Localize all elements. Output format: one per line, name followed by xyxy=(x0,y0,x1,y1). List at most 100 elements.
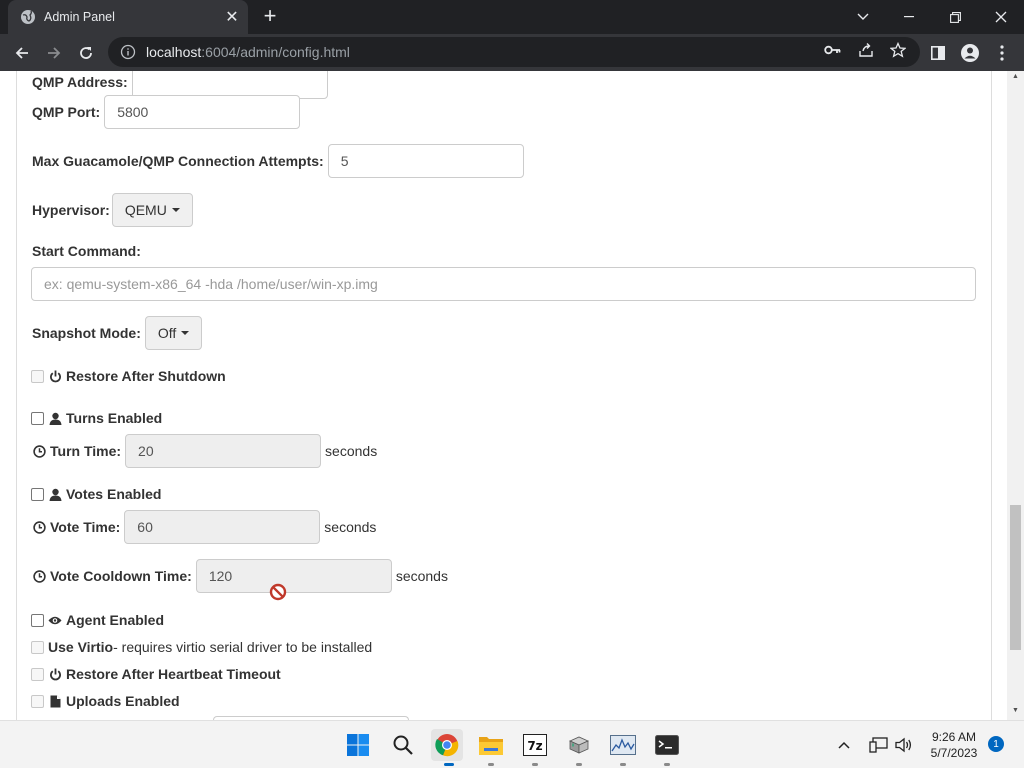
restore-button[interactable] xyxy=(932,0,978,34)
windows-start-icon[interactable] xyxy=(342,729,374,761)
explorer-running-indicator xyxy=(488,763,494,766)
back-button[interactable] xyxy=(8,39,36,67)
qmp-port-input[interactable]: 5800 xyxy=(104,95,301,129)
tab-close-icon[interactable]: ✕ xyxy=(220,7,244,27)
uploads-enabled-row: Uploads Enabled xyxy=(31,693,180,709)
max-attempts-input[interactable]: 5 xyxy=(327,144,524,178)
browser-tab[interactable]: Admin Panel ✕ xyxy=(8,0,248,34)
vote-time-label: Vote Time: xyxy=(50,519,121,535)
file-explorer-icon[interactable] xyxy=(475,729,507,761)
uploads-enabled-checkbox[interactable] xyxy=(31,694,44,708)
restore-heartbeat-row: Restore After Heartbeat Timeout xyxy=(31,666,281,682)
tab-title: Admin Panel xyxy=(44,10,115,24)
chevron-up-icon[interactable] xyxy=(832,729,856,761)
turn-time-unit: seconds xyxy=(325,443,378,459)
volume-icon[interactable] xyxy=(892,729,916,761)
agent-enabled-label: Agent Enabled xyxy=(66,612,165,628)
network-icon[interactable] xyxy=(866,729,892,761)
agent-enabled-row: Agent Enabled xyxy=(31,612,164,628)
system-clock[interactable]: 9:26 AM 5/7/2023 xyxy=(924,729,984,761)
notification-badge[interactable]: 1 xyxy=(988,736,1004,752)
terminal-icon[interactable] xyxy=(651,729,683,761)
scroll-up-arrow-icon[interactable]: ▲ xyxy=(1011,73,1020,83)
restore-heartbeat-checkbox[interactable] xyxy=(31,667,44,681)
share-icon[interactable] xyxy=(857,41,875,59)
turns-enabled-checkbox[interactable] xyxy=(31,411,44,425)
eye-icon xyxy=(48,613,62,627)
uploads-enabled-label: Uploads Enabled xyxy=(66,693,180,709)
start-command-label-row: Start Command: xyxy=(32,243,141,259)
clock-time: 9:26 AM xyxy=(931,730,977,744)
file-icon xyxy=(48,694,62,708)
qmp-port-row: QMP Port: 5800 xyxy=(32,95,301,129)
restore-shutdown-checkbox[interactable] xyxy=(31,369,44,383)
page-scrollbar[interactable]: ▲ ▼ xyxy=(1007,71,1024,720)
windows-taskbar: 7z 9:26 AM 5/7/2023 xyxy=(0,720,1024,768)
address-bar[interactable]: localhost:6004/admin/config.html xyxy=(108,37,920,67)
close-window-button[interactable] xyxy=(978,0,1024,34)
scroll-thumb[interactable] xyxy=(1010,505,1021,650)
turn-time-row: Turn Time: 20 seconds xyxy=(32,434,377,468)
bookmark-star-icon[interactable] xyxy=(889,41,907,59)
reload-button[interactable] xyxy=(72,39,100,67)
7zip-running-indicator xyxy=(532,763,538,766)
snapshot-mode-dropdown[interactable]: Off xyxy=(144,316,203,350)
svg-text:7z: 7z xyxy=(527,739,542,753)
url-text: localhost:6004/admin/config.html xyxy=(146,44,350,60)
vote-cooldown-input[interactable]: 120 xyxy=(195,559,392,593)
forward-button[interactable] xyxy=(40,39,68,67)
clock-icon xyxy=(32,520,46,534)
clock-icon xyxy=(32,444,46,458)
qmp-address-label: QMP Address: xyxy=(32,74,128,90)
vote-time-unit: seconds xyxy=(324,519,377,535)
minimize-button[interactable] xyxy=(886,0,932,34)
start-command-input[interactable]: ex: qemu-system-x86_64 -hda /home/user/w… xyxy=(31,267,976,301)
use-virtio-label: Use Virtio xyxy=(48,639,114,655)
not-allowed-cursor-icon xyxy=(269,583,287,601)
site-info-icon[interactable] xyxy=(120,44,136,60)
vm-running-indicator xyxy=(576,763,582,766)
votes-enabled-checkbox[interactable] xyxy=(31,487,44,501)
max-attempts-label: Max Guacamole/QMP Connection Attempts: xyxy=(32,153,324,169)
menu-kebab-icon[interactable] xyxy=(988,39,1016,67)
side-panel-icon[interactable] xyxy=(924,39,952,67)
qmp-port-label: QMP Port: xyxy=(32,104,101,120)
power-icon xyxy=(48,667,62,681)
clock-date: 5/7/2023 xyxy=(930,746,978,760)
resource-monitor-icon[interactable] xyxy=(607,729,639,761)
search-icon[interactable] xyxy=(387,729,419,761)
user-icon xyxy=(48,487,62,501)
hypervisor-value: QEMU xyxy=(124,202,167,218)
tab-search-icon[interactable] xyxy=(840,0,886,34)
snapshot-mode-label: Snapshot Mode: xyxy=(32,325,141,341)
snapshot-mode-row: Snapshot Mode: Off xyxy=(32,316,203,350)
virtual-machine-icon[interactable] xyxy=(563,729,595,761)
start-command-label: Start Command: xyxy=(32,243,141,259)
new-tab-button[interactable]: + xyxy=(258,5,282,29)
use-virtio-checkbox[interactable] xyxy=(31,640,44,654)
profile-avatar-icon[interactable] xyxy=(956,39,984,67)
caret-down-icon xyxy=(181,331,190,335)
scroll-down-arrow-icon[interactable]: ▼ xyxy=(1011,707,1020,717)
snapshot-mode-value: Off xyxy=(157,325,177,341)
vote-time-input[interactable]: 60 xyxy=(124,510,321,544)
use-virtio-row: Use Virtio - requires virtio serial driv… xyxy=(31,639,372,655)
vote-cooldown-label: Vote Cooldown Time: xyxy=(50,568,192,584)
turn-time-label: Turn Time: xyxy=(50,443,122,459)
hypervisor-dropdown[interactable]: QEMU xyxy=(111,193,193,227)
turns-enabled-label: Turns Enabled xyxy=(66,410,163,426)
restore-shutdown-row: Restore After Shutdown xyxy=(31,368,226,384)
hypervisor-row: Hypervisor: QEMU xyxy=(32,193,193,227)
browser-toolbar: localhost:6004/admin/config.html xyxy=(0,34,1024,71)
7zip-icon[interactable]: 7z xyxy=(519,729,551,761)
turns-enabled-row: Turns Enabled xyxy=(31,410,162,426)
chrome-active-indicator xyxy=(444,763,454,766)
chrome-icon[interactable] xyxy=(431,729,463,761)
power-icon xyxy=(48,369,62,383)
max-attempts-row: Max Guacamole/QMP Connection Attempts: 5 xyxy=(32,144,524,178)
turn-time-input[interactable]: 20 xyxy=(125,434,322,468)
key-icon[interactable] xyxy=(824,41,842,59)
agent-enabled-checkbox[interactable] xyxy=(31,613,44,627)
caret-down-icon xyxy=(171,208,180,212)
vote-cooldown-row: Vote Cooldown Time: 120 seconds xyxy=(32,559,448,593)
